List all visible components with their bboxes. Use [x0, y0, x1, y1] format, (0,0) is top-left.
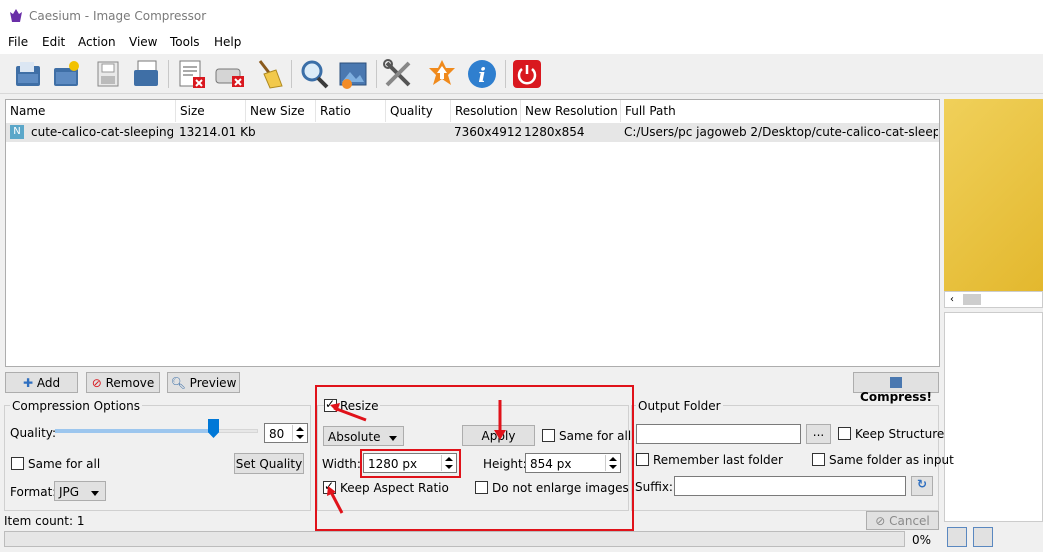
arrow-apply-head — [494, 430, 506, 440]
arrow-aspect-line — [329, 491, 344, 514]
arrow-resize-line — [333, 406, 367, 422]
annotation-arrows — [327, 400, 506, 514]
